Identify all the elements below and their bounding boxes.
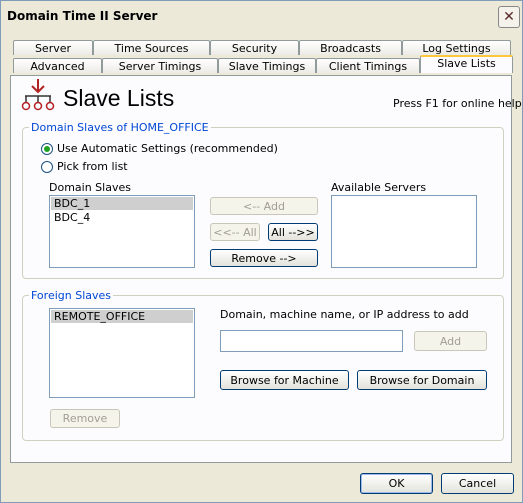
address-field-label: Domain, machine name, or IP address to a… bbox=[220, 308, 469, 321]
ok-button[interactable]: OK bbox=[360, 473, 433, 494]
foreign-slaves-group-title: Foreign Slaves bbox=[29, 289, 114, 302]
address-input[interactable] bbox=[220, 330, 403, 352]
foreign-slaves-list[interactable]: REMOTE_OFFICE bbox=[49, 308, 195, 398]
list-item[interactable]: BDC_1 bbox=[51, 197, 193, 210]
radio-automatic[interactable] bbox=[41, 143, 53, 155]
tab-security[interactable]: Security bbox=[210, 40, 299, 55]
remove-foreign-button[interactable]: Remove bbox=[50, 409, 120, 428]
tab-log-settings[interactable]: Log Settings bbox=[402, 40, 511, 55]
window-title: Domain Time II Server bbox=[7, 9, 158, 23]
radio-pick-label[interactable]: Pick from list bbox=[57, 160, 128, 173]
browse-machine-button[interactable]: Browse for Machine bbox=[220, 370, 349, 390]
tab-label: Time Sources bbox=[114, 42, 189, 55]
tab-broadcasts[interactable]: Broadcasts bbox=[299, 40, 402, 55]
domain-slaves-group-title: Domain Slaves of HOME_OFFICE bbox=[29, 121, 211, 134]
tab-label: Server Timings bbox=[118, 60, 202, 73]
tab-label: Slave Timings bbox=[228, 60, 306, 73]
tab-client-timings[interactable]: Client Timings bbox=[316, 58, 420, 73]
tab-label: Slave Lists bbox=[437, 57, 496, 70]
radio-pick-from-list[interactable] bbox=[41, 161, 53, 173]
remove-slave-button[interactable]: Remove --> bbox=[210, 249, 318, 267]
available-servers-label: Available Servers bbox=[331, 181, 427, 194]
add-foreign-button[interactable]: Add bbox=[414, 331, 487, 351]
tab-slave-lists[interactable]: Slave Lists bbox=[420, 55, 513, 73]
cancel-button[interactable]: Cancel bbox=[441, 473, 514, 494]
list-item[interactable]: REMOTE_OFFICE bbox=[51, 310, 193, 323]
tab-label: Client Timings bbox=[328, 60, 408, 73]
tab-advanced[interactable]: Advanced bbox=[13, 58, 102, 73]
domain-slaves-label: Domain Slaves bbox=[49, 181, 131, 194]
network-slaves-icon bbox=[21, 79, 55, 111]
help-hint: Press F1 for online help bbox=[393, 97, 522, 110]
dialog-window: Domain Time II Server ✕ Server Time Sour… bbox=[0, 0, 523, 503]
tab-slave-timings[interactable]: Slave Timings bbox=[218, 58, 316, 73]
add-slave-button[interactable]: <-- Add bbox=[210, 197, 318, 215]
page-title: Slave Lists bbox=[63, 85, 175, 111]
domain-slaves-list[interactable]: BDC_1 BDC_4 bbox=[49, 195, 195, 268]
close-icon: ✕ bbox=[503, 9, 515, 25]
all-to-available-button[interactable]: All -->> bbox=[268, 223, 318, 241]
tab-label: Advanced bbox=[30, 60, 85, 73]
tab-server[interactable]: Server bbox=[13, 40, 93, 55]
available-servers-list[interactable] bbox=[331, 195, 477, 268]
add-all-button[interactable]: <<-- All bbox=[210, 223, 260, 241]
list-item[interactable]: BDC_4 bbox=[51, 211, 193, 224]
title-bar: Domain Time II Server ✕ bbox=[1, 1, 522, 31]
tab-label: Broadcasts bbox=[320, 42, 381, 55]
tab-server-timings[interactable]: Server Timings bbox=[102, 58, 218, 73]
tab-label: Server bbox=[34, 42, 72, 55]
tab-label: Log Settings bbox=[422, 42, 491, 55]
browse-domain-button[interactable]: Browse for Domain bbox=[357, 370, 487, 390]
close-button[interactable]: ✕ bbox=[498, 6, 520, 28]
radio-automatic-label[interactable]: Use Automatic Settings (recommended) bbox=[57, 142, 278, 155]
tab-label: Security bbox=[231, 42, 278, 55]
tab-time-sources[interactable]: Time Sources bbox=[93, 40, 210, 55]
